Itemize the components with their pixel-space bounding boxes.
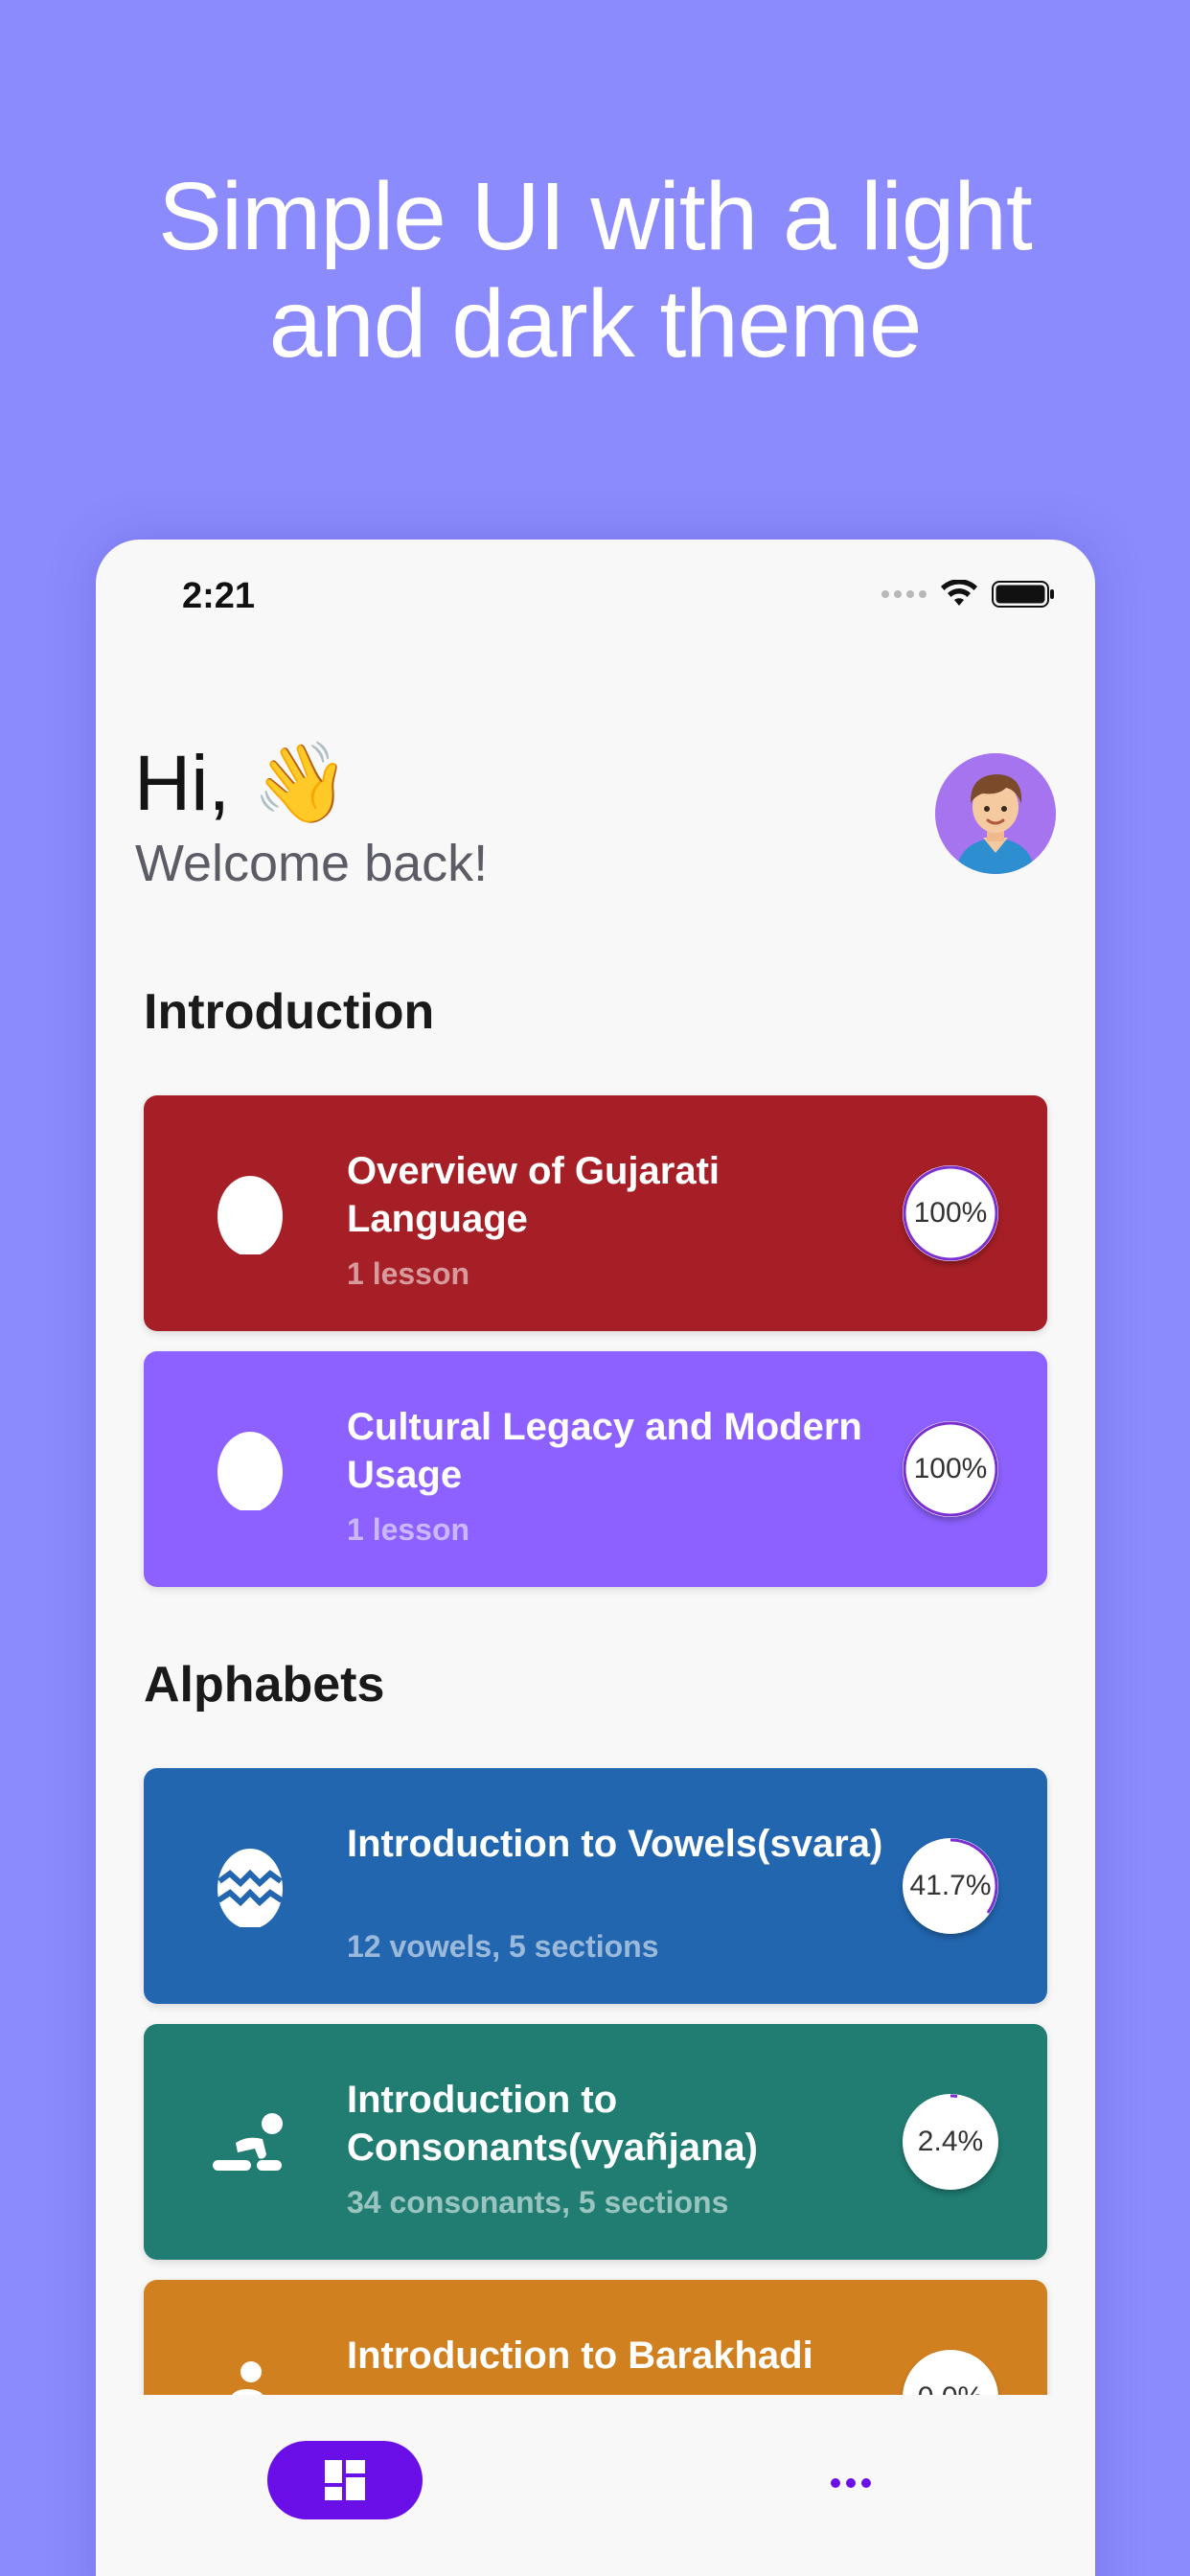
cellular-signal-icon bbox=[881, 590, 927, 598]
status-time: 2:21 bbox=[182, 576, 256, 616]
lesson-card-title: Cultural Legacy and Modern Usage bbox=[347, 1406, 862, 1496]
progress-ring: 100% bbox=[903, 1421, 998, 1517]
section-title-introduction: Introduction bbox=[144, 984, 435, 1040]
bottom-nav bbox=[96, 2395, 1095, 2576]
nav-dashboard-button[interactable] bbox=[267, 2441, 423, 2519]
phone-frame: 2:21 Hi, 👋 Welcome back! Introduction Ov… bbox=[96, 540, 1095, 2576]
lesson-card-title: Overview of Gujarati Language bbox=[347, 1150, 721, 1240]
lesson-card-subtitle: 1 lesson bbox=[347, 1512, 470, 1547]
lesson-card-subtitle: 12 vowels, 5 sections bbox=[347, 1929, 659, 1964]
status-bar: 2:21 bbox=[96, 540, 1095, 664]
avatar-boy-icon bbox=[935, 753, 1056, 874]
lesson-card-subtitle: 34 consonants, 5 sections bbox=[347, 2185, 729, 2220]
battery-icon bbox=[992, 581, 1054, 608]
progress-label: 2.4% bbox=[917, 2126, 984, 2157]
lesson-card[interactable]: Introduction to Vowels(svara) 12 vowels,… bbox=[144, 1768, 1047, 2004]
more-icon bbox=[831, 2478, 871, 2488]
progress-ring: 100% bbox=[903, 1165, 998, 1261]
avatar[interactable] bbox=[935, 753, 1056, 874]
lesson-card-title: Introduction to Barakhadi bbox=[347, 2334, 813, 2377]
lesson-card[interactable]: Overview of Gujarati Language 1 lesson 1… bbox=[144, 1095, 1047, 1331]
promo-title: Simple UI with a light and dark theme bbox=[0, 163, 1190, 378]
lesson-card-subtitle: 1 lesson bbox=[347, 1256, 470, 1291]
promo-title-line-1: Simple UI with a light bbox=[158, 163, 1033, 270]
progress-ring: 2.4% bbox=[903, 2094, 998, 2190]
dashboard-icon bbox=[325, 2460, 365, 2500]
lesson-card-title: Introduction to Vowels(svara) bbox=[347, 1823, 883, 1865]
welcome-subtitle: Welcome back! bbox=[135, 835, 489, 892]
lesson-card-title: Introduction to Consonants(vyañjana) bbox=[347, 2079, 758, 2169]
egg-icon bbox=[217, 1176, 283, 1254]
greeting-heading: Hi, 👋 bbox=[134, 740, 351, 827]
lesson-card[interactable]: Cultural Legacy and Modern Usage 1 lesso… bbox=[144, 1351, 1047, 1587]
cracked-egg-icon bbox=[217, 1849, 284, 1927]
egg-icon bbox=[217, 1432, 283, 1510]
section-title-alphabets: Alphabets bbox=[144, 1657, 385, 1713]
progress-ring: 41.7% bbox=[903, 1838, 998, 1934]
promo-title-line-2: and dark theme bbox=[268, 270, 923, 378]
crawling-baby-icon bbox=[213, 2113, 283, 2171]
progress-label: 100% bbox=[913, 1453, 988, 1484]
progress-label: 100% bbox=[913, 1197, 988, 1229]
status-icons bbox=[881, 580, 1055, 609]
nav-more-button[interactable] bbox=[822, 2464, 880, 2502]
lesson-card[interactable]: Introduction to Consonants(vyañjana) 34 … bbox=[144, 2024, 1047, 2260]
progress-label: 41.7% bbox=[909, 1870, 992, 1901]
wifi-icon bbox=[941, 580, 977, 606]
